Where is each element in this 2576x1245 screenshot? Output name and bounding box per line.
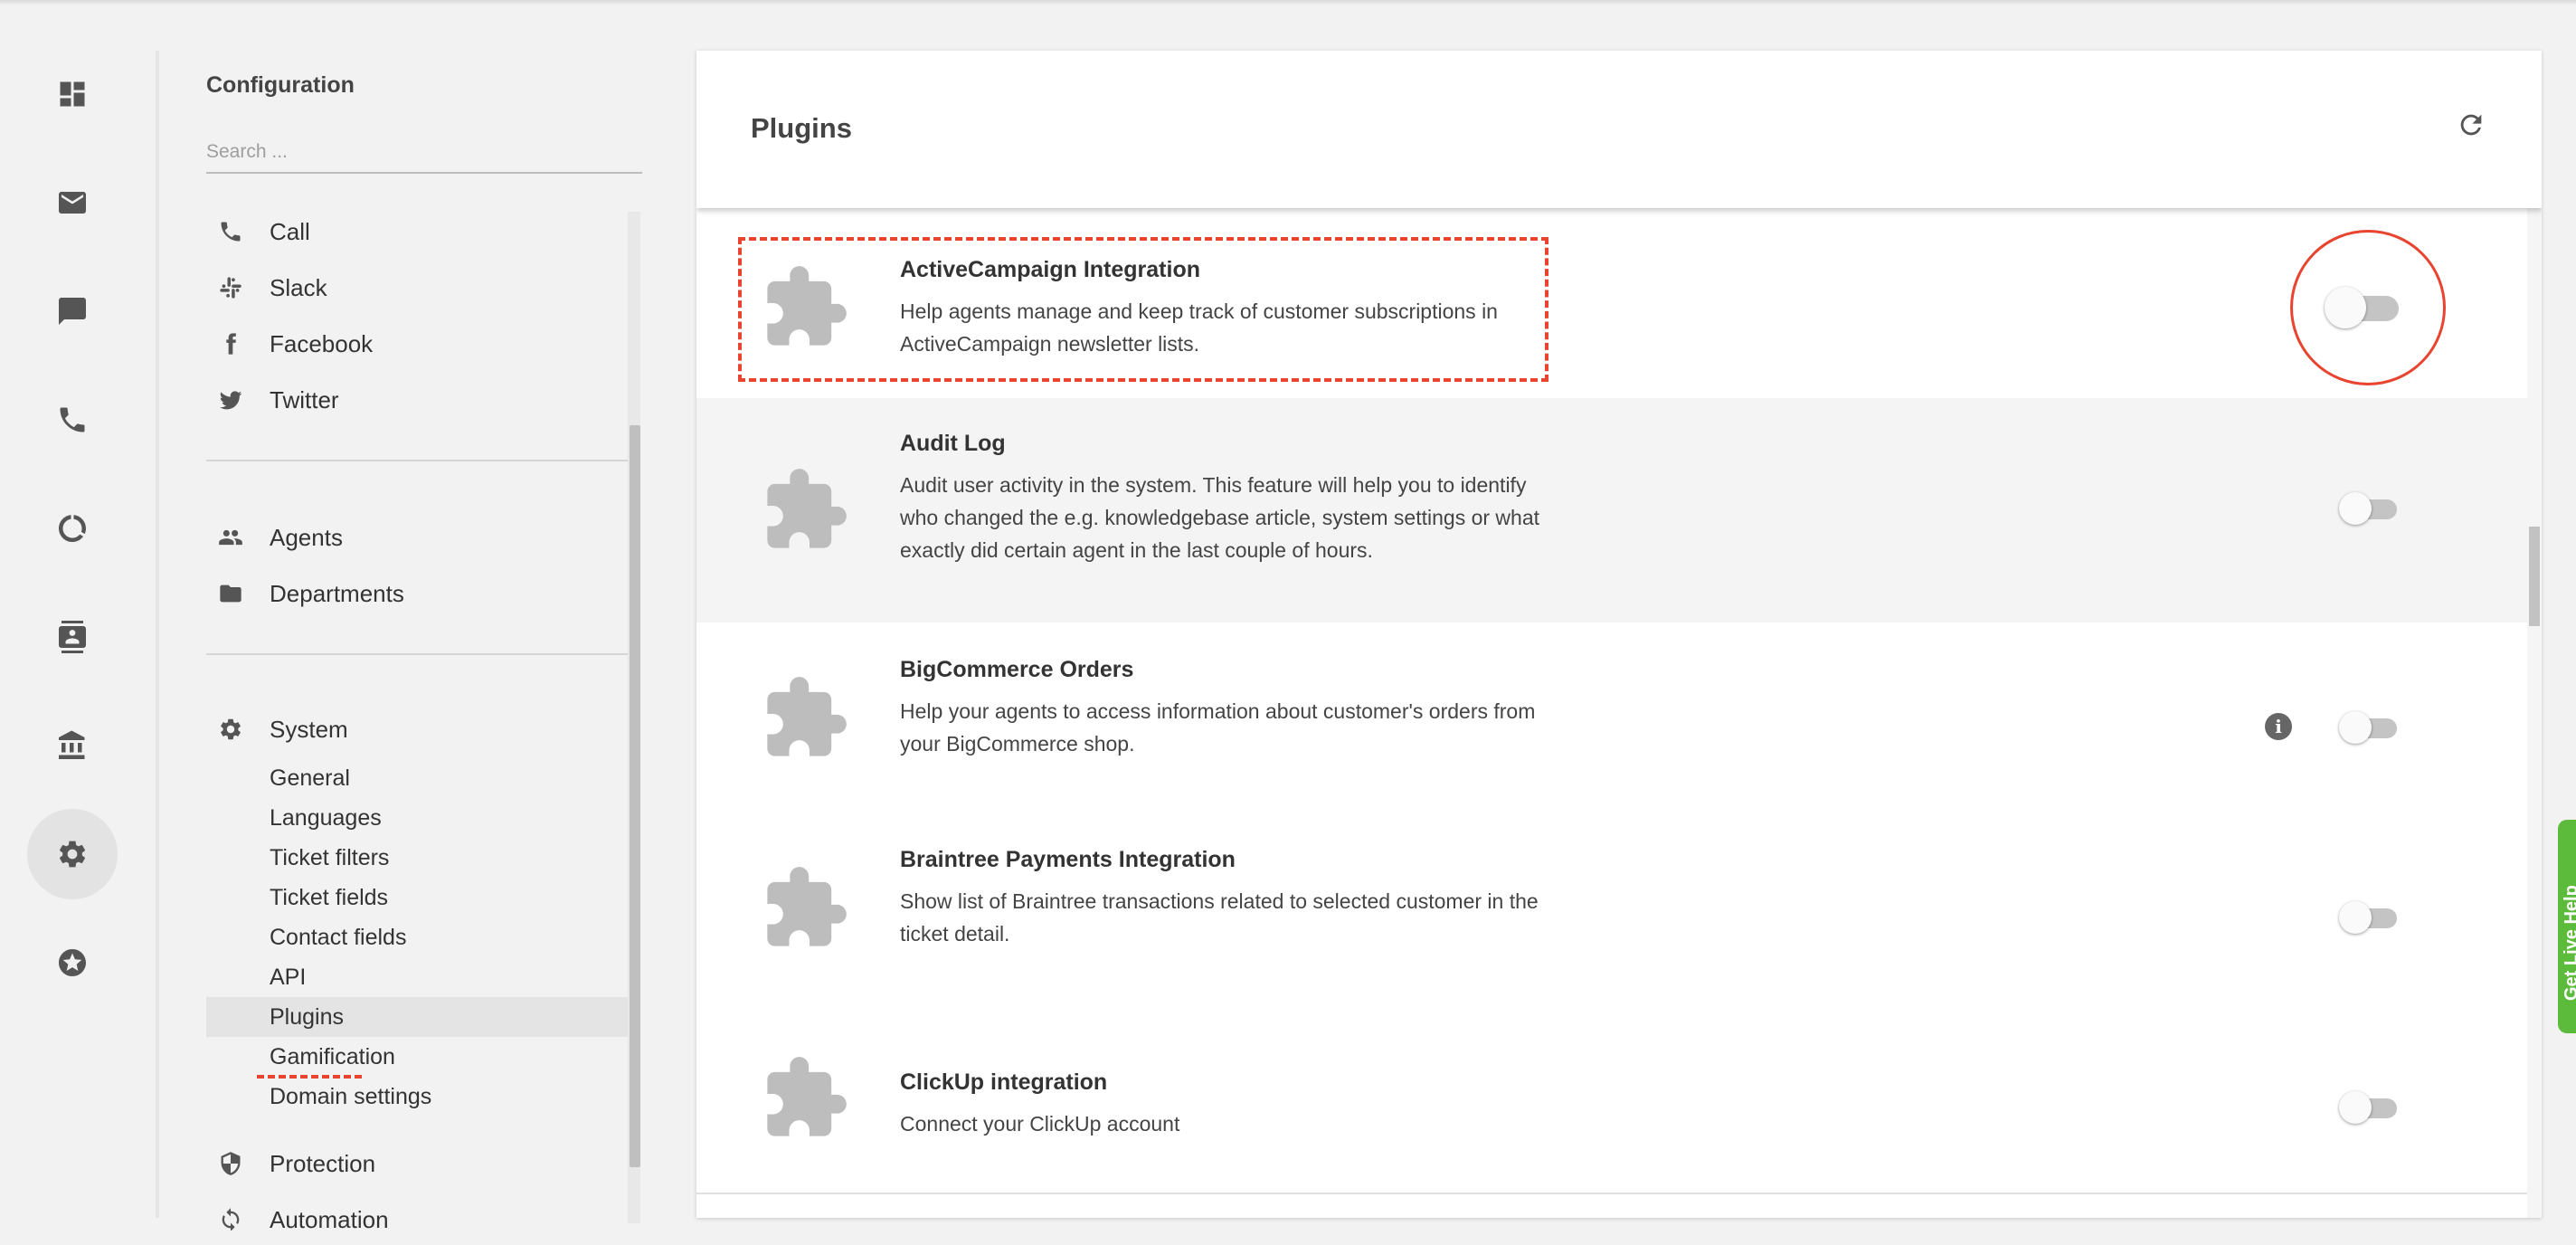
plugin-description: Help your agents to access information a…	[900, 699, 1536, 756]
menu-item-label: Departments	[270, 579, 404, 607]
submenu-item-ticket-filters[interactable]: Ticket filters	[206, 838, 628, 878]
menu-item-label: Slack	[270, 273, 327, 301]
agents-icon	[217, 524, 244, 551]
mail-icon[interactable]	[27, 157, 118, 248]
plugin-description: Show list of Braintree transactions rela…	[900, 889, 1539, 946]
menu-item-system[interactable]: System	[206, 709, 628, 749]
plugin-description: Help agents manage and keep track of cus…	[900, 299, 1498, 356]
twitter-icon	[217, 386, 244, 413]
plugin-name: ClickUp integration	[900, 1069, 1108, 1095]
menu-item-label: Facebook	[270, 329, 374, 357]
menu-item-twitter[interactable]: Twitter	[206, 380, 628, 420]
submenu-label: Gamification	[270, 1043, 395, 1069]
plugin-description: Audit user activity in the system. This …	[900, 473, 1540, 562]
plugin-name: BigCommerce Orders	[900, 657, 1134, 682]
submenu-label: General	[270, 765, 350, 791]
panel-scrollbar-track[interactable]	[2527, 208, 2542, 1218]
star-icon[interactable]	[27, 917, 118, 1008]
plugin-description: Connect your ClickUp account	[900, 1112, 1180, 1136]
menu-item-protection[interactable]: Protection	[206, 1144, 628, 1183]
plugin-toggle-bigcommerce[interactable]	[2339, 708, 2399, 747]
plugin-toggle-braintree[interactable]	[2339, 898, 2399, 937]
menu-item-label: Protection	[270, 1149, 376, 1177]
menu-separator	[206, 653, 628, 655]
plugin-row-bigcommerce: BigCommerce Orders Help your agents to a…	[696, 622, 2527, 814]
menu-item-label: Agents	[270, 523, 343, 551]
reports-icon[interactable]	[27, 483, 118, 574]
settings-icon[interactable]	[27, 809, 118, 899]
menu-item-automation[interactable]: Automation	[206, 1200, 628, 1231]
menu-item-call[interactable]: Call	[206, 212, 628, 252]
submenu-label: API	[270, 964, 307, 990]
top-shadow-bar	[0, 0, 2576, 5]
configuration-search-input[interactable]	[206, 132, 642, 174]
menu-item-facebook[interactable]: Facebook	[206, 324, 628, 364]
puzzle-icon	[760, 465, 850, 556]
plugins-panel: Plugins ActiveCampaign Integration Help …	[696, 51, 2542, 1218]
puzzle-icon	[760, 1053, 850, 1144]
live-help-label: Get Live Help	[2562, 885, 2576, 1001]
plugin-row-audit-log: Audit Log Audit user activity in the sys…	[696, 398, 2527, 624]
slack-icon	[217, 274, 244, 301]
refresh-icon	[2460, 114, 2482, 136]
submenu-label: Contact fields	[270, 924, 407, 950]
page-title: Plugins	[751, 112, 852, 144]
chat-icon[interactable]	[27, 266, 118, 356]
submenu-label: Ticket filters	[270, 844, 390, 870]
info-icon[interactable]: i	[2265, 713, 2292, 740]
submenu-item-gamification[interactable]: Gamification	[206, 1037, 628, 1077]
plugin-row-braintree: Braintree Payments Integration Show list…	[696, 813, 2527, 1004]
dashboard-icon[interactable]	[27, 49, 118, 139]
submenu-label: Domain settings	[270, 1083, 432, 1109]
submenu-item-ticket-fields[interactable]: Ticket fields	[206, 878, 628, 917]
menu-item-agents[interactable]: Agents	[206, 518, 628, 557]
knowledgebase-icon[interactable]	[27, 700, 118, 791]
menu-item-label: Twitter	[270, 385, 339, 413]
plugin-name: ActiveCampaign Integration	[900, 257, 1200, 282]
submenu-item-domain-settings[interactable]: Domain settings	[206, 1077, 628, 1117]
menu-item-slack[interactable]: Slack	[206, 268, 628, 308]
plugin-name: Braintree Payments Integration	[900, 847, 1236, 872]
submenu-label: Ticket fields	[270, 884, 389, 910]
configuration-sidebar: Configuration Call Slack Facebook Twitte…	[206, 54, 649, 1231]
submenu-label: Plugins	[270, 1003, 344, 1030]
phone-icon[interactable]	[27, 375, 118, 465]
menu-item-label: Call	[270, 217, 310, 245]
panel-header: Plugins	[696, 51, 2542, 208]
menu-item-label: Automation	[270, 1205, 389, 1231]
plugin-toggle-clickup[interactable]	[2339, 1088, 2399, 1127]
submenu-item-languages[interactable]: Languages	[206, 798, 628, 838]
panel-scrollbar-thumb[interactable]	[2529, 527, 2540, 626]
sync-icon	[217, 1206, 244, 1231]
menu-item-label: System	[270, 715, 348, 743]
submenu-item-api[interactable]: API	[206, 957, 628, 997]
puzzle-icon	[760, 262, 850, 353]
puzzle-icon	[760, 863, 850, 954]
puzzle-icon	[760, 673, 850, 764]
submenu-item-contact-fields[interactable]: Contact fields	[206, 917, 628, 957]
live-help-button[interactable]: Get Live Help	[2558, 820, 2576, 1033]
sidebar-scrollbar-thumb[interactable]	[630, 425, 640, 1167]
plugin-row-clickup: ClickUp integration Connect your ClickUp…	[696, 1003, 2527, 1194]
submenu-label: Languages	[270, 804, 382, 831]
main-navigation-rail	[0, 0, 145, 1245]
plugin-row-activecampaign: ActiveCampaign Integration Help agents m…	[696, 212, 2527, 400]
plugin-name: Audit Log	[900, 431, 1006, 456]
gear-icon	[217, 716, 244, 743]
folder-icon	[217, 580, 244, 607]
plugin-toggle-activecampaign[interactable]	[2325, 282, 2402, 333]
configuration-title: Configuration	[206, 72, 355, 98]
rail-divider	[156, 51, 159, 1218]
menu-separator	[206, 460, 628, 461]
shield-icon	[217, 1150, 244, 1177]
menu-item-departments[interactable]: Departments	[206, 574, 628, 613]
submenu-item-general[interactable]: General	[206, 758, 628, 798]
phone-icon	[217, 218, 244, 245]
plugin-toggle-audit-log[interactable]	[2339, 489, 2399, 528]
refresh-button[interactable]	[2453, 107, 2489, 143]
facebook-icon	[217, 330, 244, 357]
contacts-icon[interactable]	[27, 592, 118, 682]
submenu-item-plugins[interactable]: Plugins	[206, 997, 628, 1037]
